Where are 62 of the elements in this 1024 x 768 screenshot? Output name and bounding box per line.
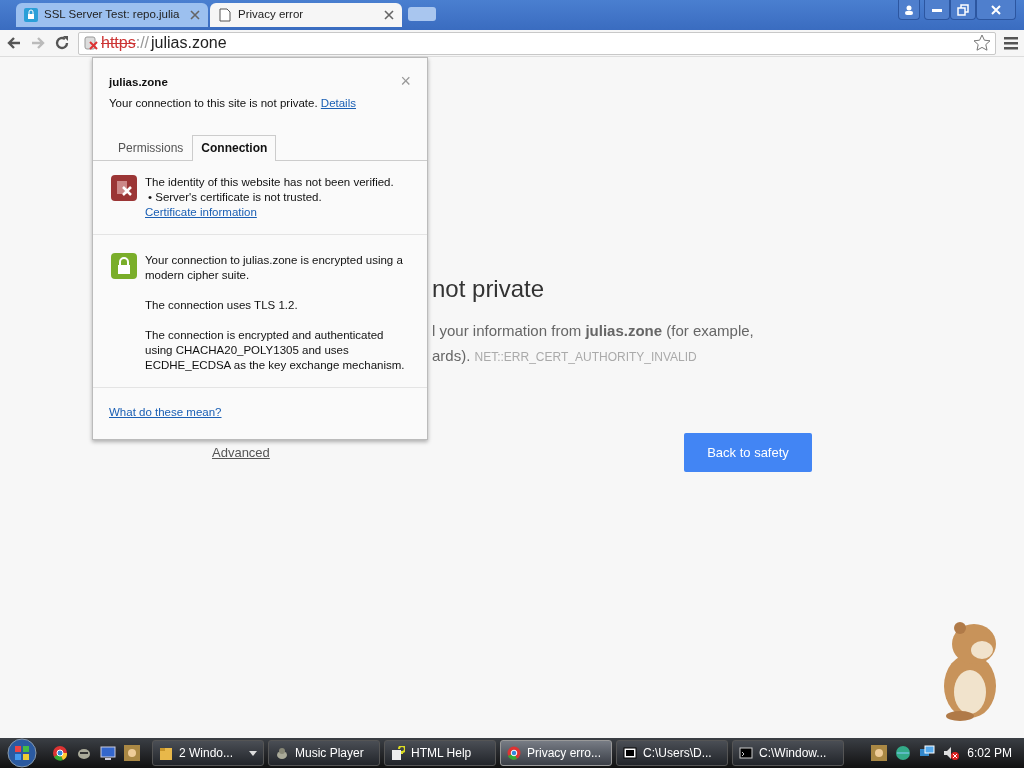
popup-tab[interactable]: Permissions bbox=[109, 134, 193, 160]
certificate-error-icon bbox=[111, 174, 137, 201]
taskbar-button[interactable]: 2 Windo... bbox=[152, 740, 264, 766]
back-icon[interactable] bbox=[6, 35, 22, 51]
muted-speaker-icon[interactable] bbox=[943, 745, 960, 761]
close-button[interactable] bbox=[976, 0, 1016, 20]
advanced-link[interactable]: Advanced bbox=[212, 442, 270, 463]
broken-lock-icon bbox=[83, 35, 99, 51]
start-button[interactable] bbox=[4, 738, 40, 768]
browser-tab[interactable]: SSL Server Test: repo.julia bbox=[16, 3, 208, 27]
info-text: The connection is encrypted and authenticated using CHACHA20_POLY1305 and uses ECDHE_ECDSA as the key exchange mechanism. bbox=[145, 327, 406, 373]
certificate-information-link[interactable]: Certificate information bbox=[145, 205, 257, 218]
url-separator: :// bbox=[135, 33, 150, 53]
archive-icon bbox=[623, 746, 637, 760]
close-icon[interactable] bbox=[384, 10, 394, 20]
close-icon bbox=[990, 3, 1002, 16]
menu-icon[interactable] bbox=[1004, 36, 1018, 50]
close-icon[interactable] bbox=[190, 10, 200, 20]
minimize-button[interactable] bbox=[924, 0, 950, 20]
star-icon[interactable] bbox=[973, 34, 991, 52]
taskbar-button[interactable]: HTML Help bbox=[384, 740, 496, 766]
restore-icon bbox=[957, 3, 969, 16]
info-text: Your connection to julias.zone is encrypted using a modern cipher suite. bbox=[145, 252, 404, 283]
globe-icon[interactable] bbox=[895, 745, 912, 761]
back-to-safety-button[interactable]: Back to safety bbox=[684, 432, 812, 473]
info-text: • Server's certificate is not trusted. bbox=[147, 189, 323, 205]
profile-button[interactable] bbox=[898, 0, 920, 20]
browser-icon bbox=[507, 746, 521, 760]
url-scheme: https bbox=[101, 33, 136, 53]
tab-title: SSL Server Test: repo.julia bbox=[44, 7, 181, 23]
folder-icon bbox=[159, 746, 173, 760]
help-icon bbox=[391, 746, 405, 760]
page-heading: not private bbox=[432, 275, 546, 304]
connection-summary: Your connection to this site is not private. bbox=[109, 97, 318, 110]
taskbar-button[interactable]: Privacy erro... bbox=[500, 740, 612, 766]
taskbar-button[interactable]: C:\Window... bbox=[732, 740, 844, 766]
browser-tab[interactable]: Privacy error bbox=[210, 3, 402, 27]
error-code: NET::ERR_CERT_AUTHORITY_INVALID bbox=[474, 349, 697, 364]
details-link[interactable]: Details bbox=[320, 97, 356, 110]
lock-icon bbox=[111, 252, 137, 279]
taskbar-button[interactable]: C:\Users\D... bbox=[616, 740, 728, 766]
body-text: ards). bbox=[432, 346, 471, 364]
site-name: julias.zone bbox=[109, 75, 169, 90]
console-icon bbox=[739, 746, 753, 760]
url-host: julias.zone bbox=[151, 33, 228, 53]
tab-title: Privacy error bbox=[238, 7, 305, 23]
clock[interactable]: 6:02 PM bbox=[967, 744, 1012, 762]
address-bar[interactable]: https://julias.zone bbox=[78, 31, 996, 55]
reload-icon[interactable] bbox=[54, 35, 70, 51]
help-link[interactable]: What do these mean? bbox=[109, 405, 222, 418]
browser-icon[interactable] bbox=[52, 745, 68, 761]
taskbar-button[interactable]: Music Player bbox=[268, 740, 380, 766]
popup-tab[interactable]: Connection bbox=[192, 134, 277, 161]
info-text: The identity of this website has not been verified. bbox=[145, 174, 395, 190]
photo-icon[interactable] bbox=[871, 745, 888, 761]
restore-button[interactable] bbox=[950, 0, 976, 20]
person-icon bbox=[904, 4, 914, 15]
page-icon bbox=[218, 8, 232, 22]
body-text: l your information from julias.zone (for example, bbox=[432, 321, 754, 339]
info-text: The connection uses TLS 1.2. bbox=[145, 297, 299, 313]
lock-icon bbox=[24, 8, 38, 22]
monitor-icon[interactable] bbox=[100, 745, 116, 761]
